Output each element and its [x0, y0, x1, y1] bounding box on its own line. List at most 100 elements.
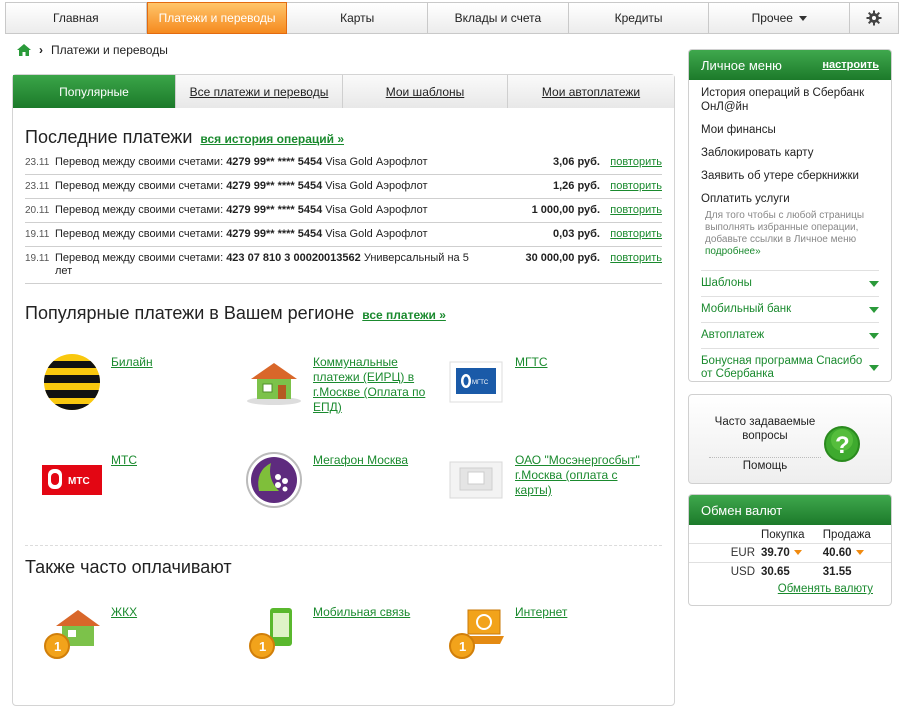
- triangle-down-icon: [869, 280, 879, 287]
- chevron-right-icon: ›: [39, 43, 43, 57]
- currency-exchange-header: Обмен валют: [689, 495, 891, 525]
- menu-link-block-card[interactable]: Заблокировать карту: [701, 146, 879, 160]
- provider-mosenergosbyt[interactable]: ОАО "Мосэнергосбыт" г.Москва (оплата с к…: [445, 449, 650, 511]
- payment-date: 23.11: [25, 181, 50, 192]
- fx-col-sell: Продажа: [822, 529, 871, 541]
- provider-megafon[interactable]: Мегафон Москва: [243, 449, 433, 511]
- phone-coins-icon: 1: [243, 601, 305, 663]
- accordion-label: Бонусная программа Спасибо от Сбербанка: [701, 355, 863, 380]
- nav-other[interactable]: Прочее: [709, 3, 851, 33]
- repeat-link[interactable]: повторить: [600, 180, 662, 193]
- trend-down-icon: [793, 550, 802, 556]
- repeat-link[interactable]: повторить: [600, 252, 662, 265]
- nav-home[interactable]: Главная: [6, 3, 147, 33]
- menu-link-finances[interactable]: Мои финансы: [701, 123, 879, 137]
- tab-my-autopayments[interactable]: Мои автоплатежи: [508, 75, 674, 108]
- category-internet[interactable]: 1 Интернет: [445, 601, 635, 663]
- more-link[interactable]: подробнее»: [705, 246, 761, 257]
- fx-buy: 30.65: [761, 562, 823, 581]
- accordion-label: Шаблоны: [701, 277, 752, 289]
- payment-amount: 1,26 руб.: [552, 180, 600, 192]
- currency-exchange: Обмен валют Покупка Продажа EUR 39.70 40…: [688, 494, 892, 606]
- divider: [25, 545, 662, 546]
- category-housing[interactable]: 1 ЖКХ: [41, 601, 231, 663]
- tabs: Популярные Все платежи и переводы Мои ша…: [13, 75, 674, 108]
- category-label[interactable]: ЖКХ: [111, 601, 137, 663]
- personal-menu-header: Личное меню настроить: [689, 50, 891, 80]
- payment-amount: 30 000,00 руб.: [525, 252, 600, 264]
- accordion-mobile-bank[interactable]: Мобильный банк: [701, 296, 879, 322]
- settings-button[interactable]: [850, 3, 898, 33]
- top-nav: Главная Платежи и переводы Карты Вклады …: [5, 2, 899, 34]
- payment-amount: 1 000,00 руб.: [531, 204, 600, 216]
- tab-all-payments[interactable]: Все платежи и переводы: [176, 75, 343, 108]
- provider-beeline[interactable]: Билайн: [41, 351, 231, 413]
- fx-sell: 31.55: [822, 562, 891, 581]
- menu-link-pay-services[interactable]: Оплатить услуги: [701, 192, 879, 206]
- nav-other-label: Прочее: [751, 11, 793, 25]
- exchange-currency-link[interactable]: Обменять валюту: [778, 583, 873, 595]
- nav-payments[interactable]: Платежи и переводы: [146, 2, 288, 34]
- faq-link[interactable]: Часто задаваемые вопросы: [709, 415, 821, 443]
- category-label[interactable]: Мобильная связь: [313, 601, 410, 663]
- mts-logo-icon: МТС: [41, 449, 103, 511]
- provider-label[interactable]: Билайн: [111, 351, 153, 413]
- personal-menu-hint: Для того чтобы с любой страницы выполнят…: [705, 210, 865, 257]
- menu-link-history[interactable]: История операций в Сбербанк ОнЛ@йн: [701, 86, 879, 114]
- payment-date: 19.11: [25, 253, 50, 264]
- provider-label[interactable]: Коммунальные платежи (ЕИРЦ) в г.Москве (…: [313, 351, 433, 415]
- nav-credits[interactable]: Кредиты: [569, 3, 710, 33]
- repeat-link[interactable]: повторить: [600, 228, 662, 241]
- history-link[interactable]: вся история операций »: [200, 132, 344, 146]
- accordion-autopayment[interactable]: Автоплатеж: [701, 322, 879, 348]
- accordion-templates[interactable]: Шаблоны: [701, 270, 879, 296]
- configure-link[interactable]: настроить: [822, 59, 879, 71]
- tab-popular[interactable]: Популярные: [13, 75, 176, 108]
- provider-mts[interactable]: МТС МТС: [41, 449, 231, 511]
- home-icon[interactable]: [17, 44, 31, 56]
- menu-link-lost-passbook[interactable]: Заявить об утере сберкнижки: [701, 169, 879, 183]
- nav-deposits[interactable]: Вклады и счета: [428, 3, 569, 33]
- triangle-down-icon: [869, 306, 879, 313]
- category-label[interactable]: Интернет: [515, 601, 567, 663]
- payment-description: Перевод между своими счетами: 423 07 810…: [55, 252, 469, 277]
- breadcrumb: › Платежи и переводы: [17, 43, 168, 57]
- payment-description: Перевод между своими счетами: 4279 99** …: [55, 156, 428, 168]
- table-row: 23.11 Перевод между своими счетами: 4279…: [25, 151, 662, 175]
- help-link[interactable]: Помощь: [709, 457, 821, 472]
- frequent-title: Также часто оплачивают: [25, 557, 232, 577]
- provider-utilities[interactable]: Коммунальные платежи (ЕИРЦ) в г.Москве (…: [243, 351, 433, 415]
- personal-menu-links: История операций в Сбербанк ОнЛ@йн Мои ф…: [689, 80, 891, 270]
- svg-text:МГТС: МГТС: [472, 380, 489, 386]
- main-panel: Популярные Все платежи и переводы Мои ша…: [12, 74, 675, 706]
- provider-label[interactable]: ОАО "Мосэнергосбыт" г.Москва (оплата с к…: [515, 449, 650, 511]
- accordion-label: Автоплатеж: [701, 329, 765, 341]
- question-icon[interactable]: ?: [823, 425, 861, 463]
- payment-date: 23.11: [25, 157, 50, 168]
- provider-label[interactable]: МГТС: [515, 351, 548, 413]
- repeat-link[interactable]: повторить: [600, 204, 662, 217]
- payment-description: Перевод между своими счетами: 4279 99** …: [55, 228, 428, 240]
- repeat-link[interactable]: повторить: [600, 156, 662, 169]
- svg-text:МТС: МТС: [68, 476, 90, 487]
- provider-label[interactable]: Мегафон Москва: [313, 449, 408, 511]
- regional-title: Популярные платежи в Вашем регионе: [25, 303, 355, 323]
- accordion-bonus[interactable]: Бонусная программа Спасибо от Сбербанка: [701, 348, 879, 381]
- tab-my-templates[interactable]: Мои шаблоны: [343, 75, 508, 108]
- nav-cards[interactable]: Карты: [287, 3, 429, 33]
- table-row: USD 30.65 31.55: [689, 562, 891, 581]
- all-payments-link[interactable]: все платежи »: [362, 308, 446, 322]
- provider-mgts[interactable]: МГТС МГТС: [445, 351, 645, 413]
- personal-menu-title: Личное меню: [701, 57, 782, 73]
- table-row: 19.11 Перевод между своими счетами: 423 …: [25, 247, 662, 284]
- house-icon: [243, 351, 305, 413]
- svg-text:1: 1: [259, 639, 266, 654]
- frequent-title-row: Также часто оплачивают: [25, 557, 232, 578]
- currency-exchange-title: Обмен валют: [701, 502, 783, 518]
- mosenergosbyt-logo-icon: [445, 449, 507, 511]
- megafon-logo-icon: [243, 449, 305, 511]
- category-mobile[interactable]: 1 Мобильная связь: [243, 601, 433, 663]
- svg-text:1: 1: [54, 639, 61, 654]
- provider-label[interactable]: МТС: [111, 449, 137, 511]
- svg-text:?: ?: [835, 432, 850, 459]
